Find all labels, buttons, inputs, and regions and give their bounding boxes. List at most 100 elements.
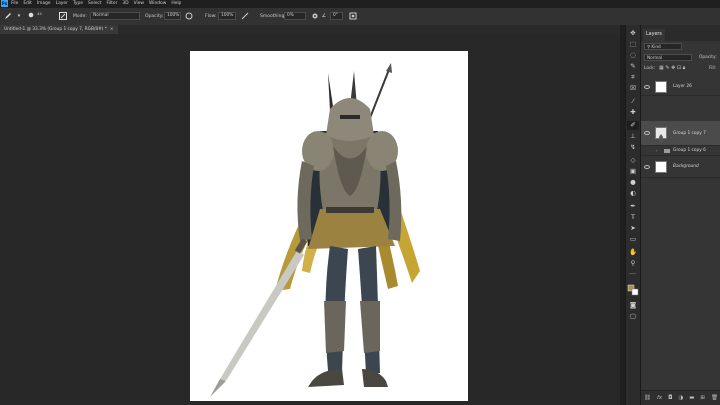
brush-size[interactable]: 44 [37, 5, 42, 22]
rectangle-icon[interactable]: ▭ [627, 235, 639, 244]
menu-view[interactable]: View [134, 0, 144, 8]
blur-icon[interactable]: ● [627, 178, 639, 187]
folder-icon[interactable]: ▬ [689, 395, 694, 401]
gradient-icon[interactable]: ▣ [627, 167, 639, 176]
flow-label: Flow: [205, 14, 217, 19]
layers-panel-header: Layers [641, 25, 720, 41]
document-tab[interactable]: Untitled-1 @ 33.3% (Group 1 copy 7, RGB/… [0, 25, 118, 34]
move-icon[interactable]: ✥ [627, 29, 639, 38]
layer-row[interactable]: Layer 26 [641, 78, 720, 96]
menu-select[interactable]: Select [88, 0, 102, 8]
smoothing-label: Smoothing: [260, 14, 286, 19]
fx-icon[interactable]: fx [657, 395, 662, 401]
menu-3d[interactable]: 3D [122, 0, 128, 8]
pressure-size-icon[interactable] [348, 11, 358, 21]
angle-field[interactable]: 0° [330, 12, 343, 20]
filter-kind-label: Kind [651, 44, 661, 49]
options-bar: ▾ 44 Mode: Normal Opacity: 100% Flow: 10… [0, 8, 720, 26]
quick-mask-icon[interactable]: ◙ [627, 301, 639, 310]
smoothing-field[interactable]: 0% [284, 12, 306, 20]
zoom-icon[interactable]: ⚲ [627, 259, 639, 268]
healing-icon[interactable]: ✚ [627, 108, 639, 117]
menu-layer[interactable]: Layer [56, 0, 68, 8]
filter-kind-select[interactable]: ⚲ Kind [644, 43, 682, 50]
layers-tab[interactable]: Layers [643, 29, 665, 41]
menu-edit[interactable]: Edit [23, 0, 32, 8]
visibility-eye-icon[interactable] [644, 164, 650, 169]
link-icon[interactable]: ⛓ [644, 395, 651, 401]
color-swatches[interactable] [627, 283, 639, 297]
airbrush-icon[interactable] [240, 11, 250, 21]
crop-icon[interactable]: ⌗ [627, 73, 639, 82]
background-layer-row[interactable]: Background [641, 156, 720, 178]
menu-type[interactable]: Type [73, 0, 83, 8]
mask-icon[interactable]: ◘ [668, 395, 672, 401]
layers-panel: Layers ⚲ Kind Normal Opacity: Lock: ▦ ✎ … [640, 25, 720, 405]
pressure-opacity-icon[interactable] [184, 11, 194, 21]
folder-icon [664, 148, 670, 153]
close-icon[interactable]: × [110, 25, 114, 34]
brush-icon[interactable]: ✐ [627, 121, 639, 130]
type-icon[interactable]: T [627, 213, 639, 222]
menu-file[interactable]: File [11, 0, 18, 8]
canvas-area[interactable] [0, 34, 620, 405]
frame-icon[interactable]: ☒ [627, 84, 639, 93]
document-tab-bar: Untitled-1 @ 33.3% (Group 1 copy 7, RGB/… [0, 25, 620, 34]
quick-select-icon[interactable]: ✎ [627, 62, 639, 71]
chevron-down-icon[interactable]: ▾ [14, 11, 24, 21]
document-canvas[interactable] [190, 51, 468, 401]
eyedropper-icon[interactable]: ⁄ [627, 97, 639, 106]
more-icon[interactable]: ··· [627, 270, 639, 279]
mode-select[interactable]: Normal [90, 12, 140, 20]
visibility-eye-icon[interactable] [644, 84, 650, 89]
pen-icon[interactable]: ✒ [627, 202, 639, 211]
flow-field[interactable]: 100% [218, 12, 236, 20]
stamp-icon[interactable]: ⊥ [627, 132, 639, 141]
lasso-icon[interactable]: ◌ [627, 51, 639, 60]
menu-help[interactable]: Help [171, 0, 181, 8]
brush-preset-icon[interactable] [26, 11, 36, 21]
eraser-icon[interactable]: ◇ [627, 156, 639, 165]
history-brush-icon[interactable]: ↯ [627, 143, 639, 152]
menu-filter[interactable]: Filter [107, 0, 118, 8]
trash-icon[interactable]: 🗑︎ [711, 395, 718, 401]
photoshop-logo: Ps [1, 0, 8, 7]
adjustment-icon[interactable]: ◑ [678, 395, 683, 401]
brush-tool-icon[interactable] [3, 11, 13, 21]
lock-row: Lock: ▦ ✎ ✥ ⊡ 🔒︎ Fill: [641, 64, 720, 74]
group-row[interactable]: › Group 1 copy 6 [641, 146, 720, 156]
layer-row-selected[interactable]: Group 1 copy 7 [641, 121, 720, 146]
opacity-field[interactable]: 100% [164, 12, 181, 20]
layer-name: Group 1 copy 7 [673, 131, 706, 136]
layers-panel-footer: ⛓ fx ◘ ◑ ▬ ⊞ 🗑︎ [641, 390, 720, 405]
knight-illustration [210, 63, 420, 397]
angle-icon: ∠ [321, 13, 327, 19]
hand-icon[interactable]: ✋ [627, 248, 639, 257]
new-layer-icon[interactable]: ⊞ [700, 395, 705, 401]
blend-mode-select[interactable]: Normal [644, 54, 692, 61]
opacity-label: Opacity: [145, 14, 164, 19]
layer-name: Layer 26 [673, 84, 692, 89]
lock-icons[interactable]: ▦ ✎ ✥ ⊡ 🔒︎ [659, 65, 685, 71]
marquee-icon[interactable]: ⬚ [627, 40, 639, 49]
brush-settings-icon[interactable] [58, 11, 68, 21]
lock-label: Lock: [644, 66, 656, 71]
mode-label: Mode: [73, 14, 87, 19]
dodge-icon[interactable]: ◐ [627, 189, 639, 198]
visibility-eye-icon[interactable] [644, 131, 650, 135]
menu-bar: Ps File Edit Image Layer Type Select Fil… [0, 0, 720, 8]
document-title: Untitled-1 @ 33.3% (Group 1 copy 7, RGB/… [4, 27, 107, 32]
menu-window[interactable]: Window [149, 0, 166, 8]
filter-row: ⚲ Kind [641, 42, 720, 52]
layer-thumbnail [655, 127, 667, 142]
layer-thumbnail [655, 80, 667, 93]
layer-thumbnail [655, 160, 667, 173]
screen-mode-icon[interactable]: ▢ [627, 312, 639, 321]
fill-label: Fill: [709, 66, 717, 71]
group-name: Group 1 copy 6 [673, 148, 706, 153]
path-select-icon[interactable]: ➤ [627, 224, 639, 233]
chevron-right-icon[interactable]: › [656, 148, 658, 154]
opacity-label: Opacity: [699, 55, 717, 60]
blend-row: Normal Opacity: [641, 53, 720, 63]
toolbar: ✥ ⬚ ◌ ✎ ⌗ ☒ ⁄ ✚ ✐ ⊥ ↯ ◇ ▣ ● ◐ ✒ T ➤ ▭ ✋ … [625, 25, 640, 405]
